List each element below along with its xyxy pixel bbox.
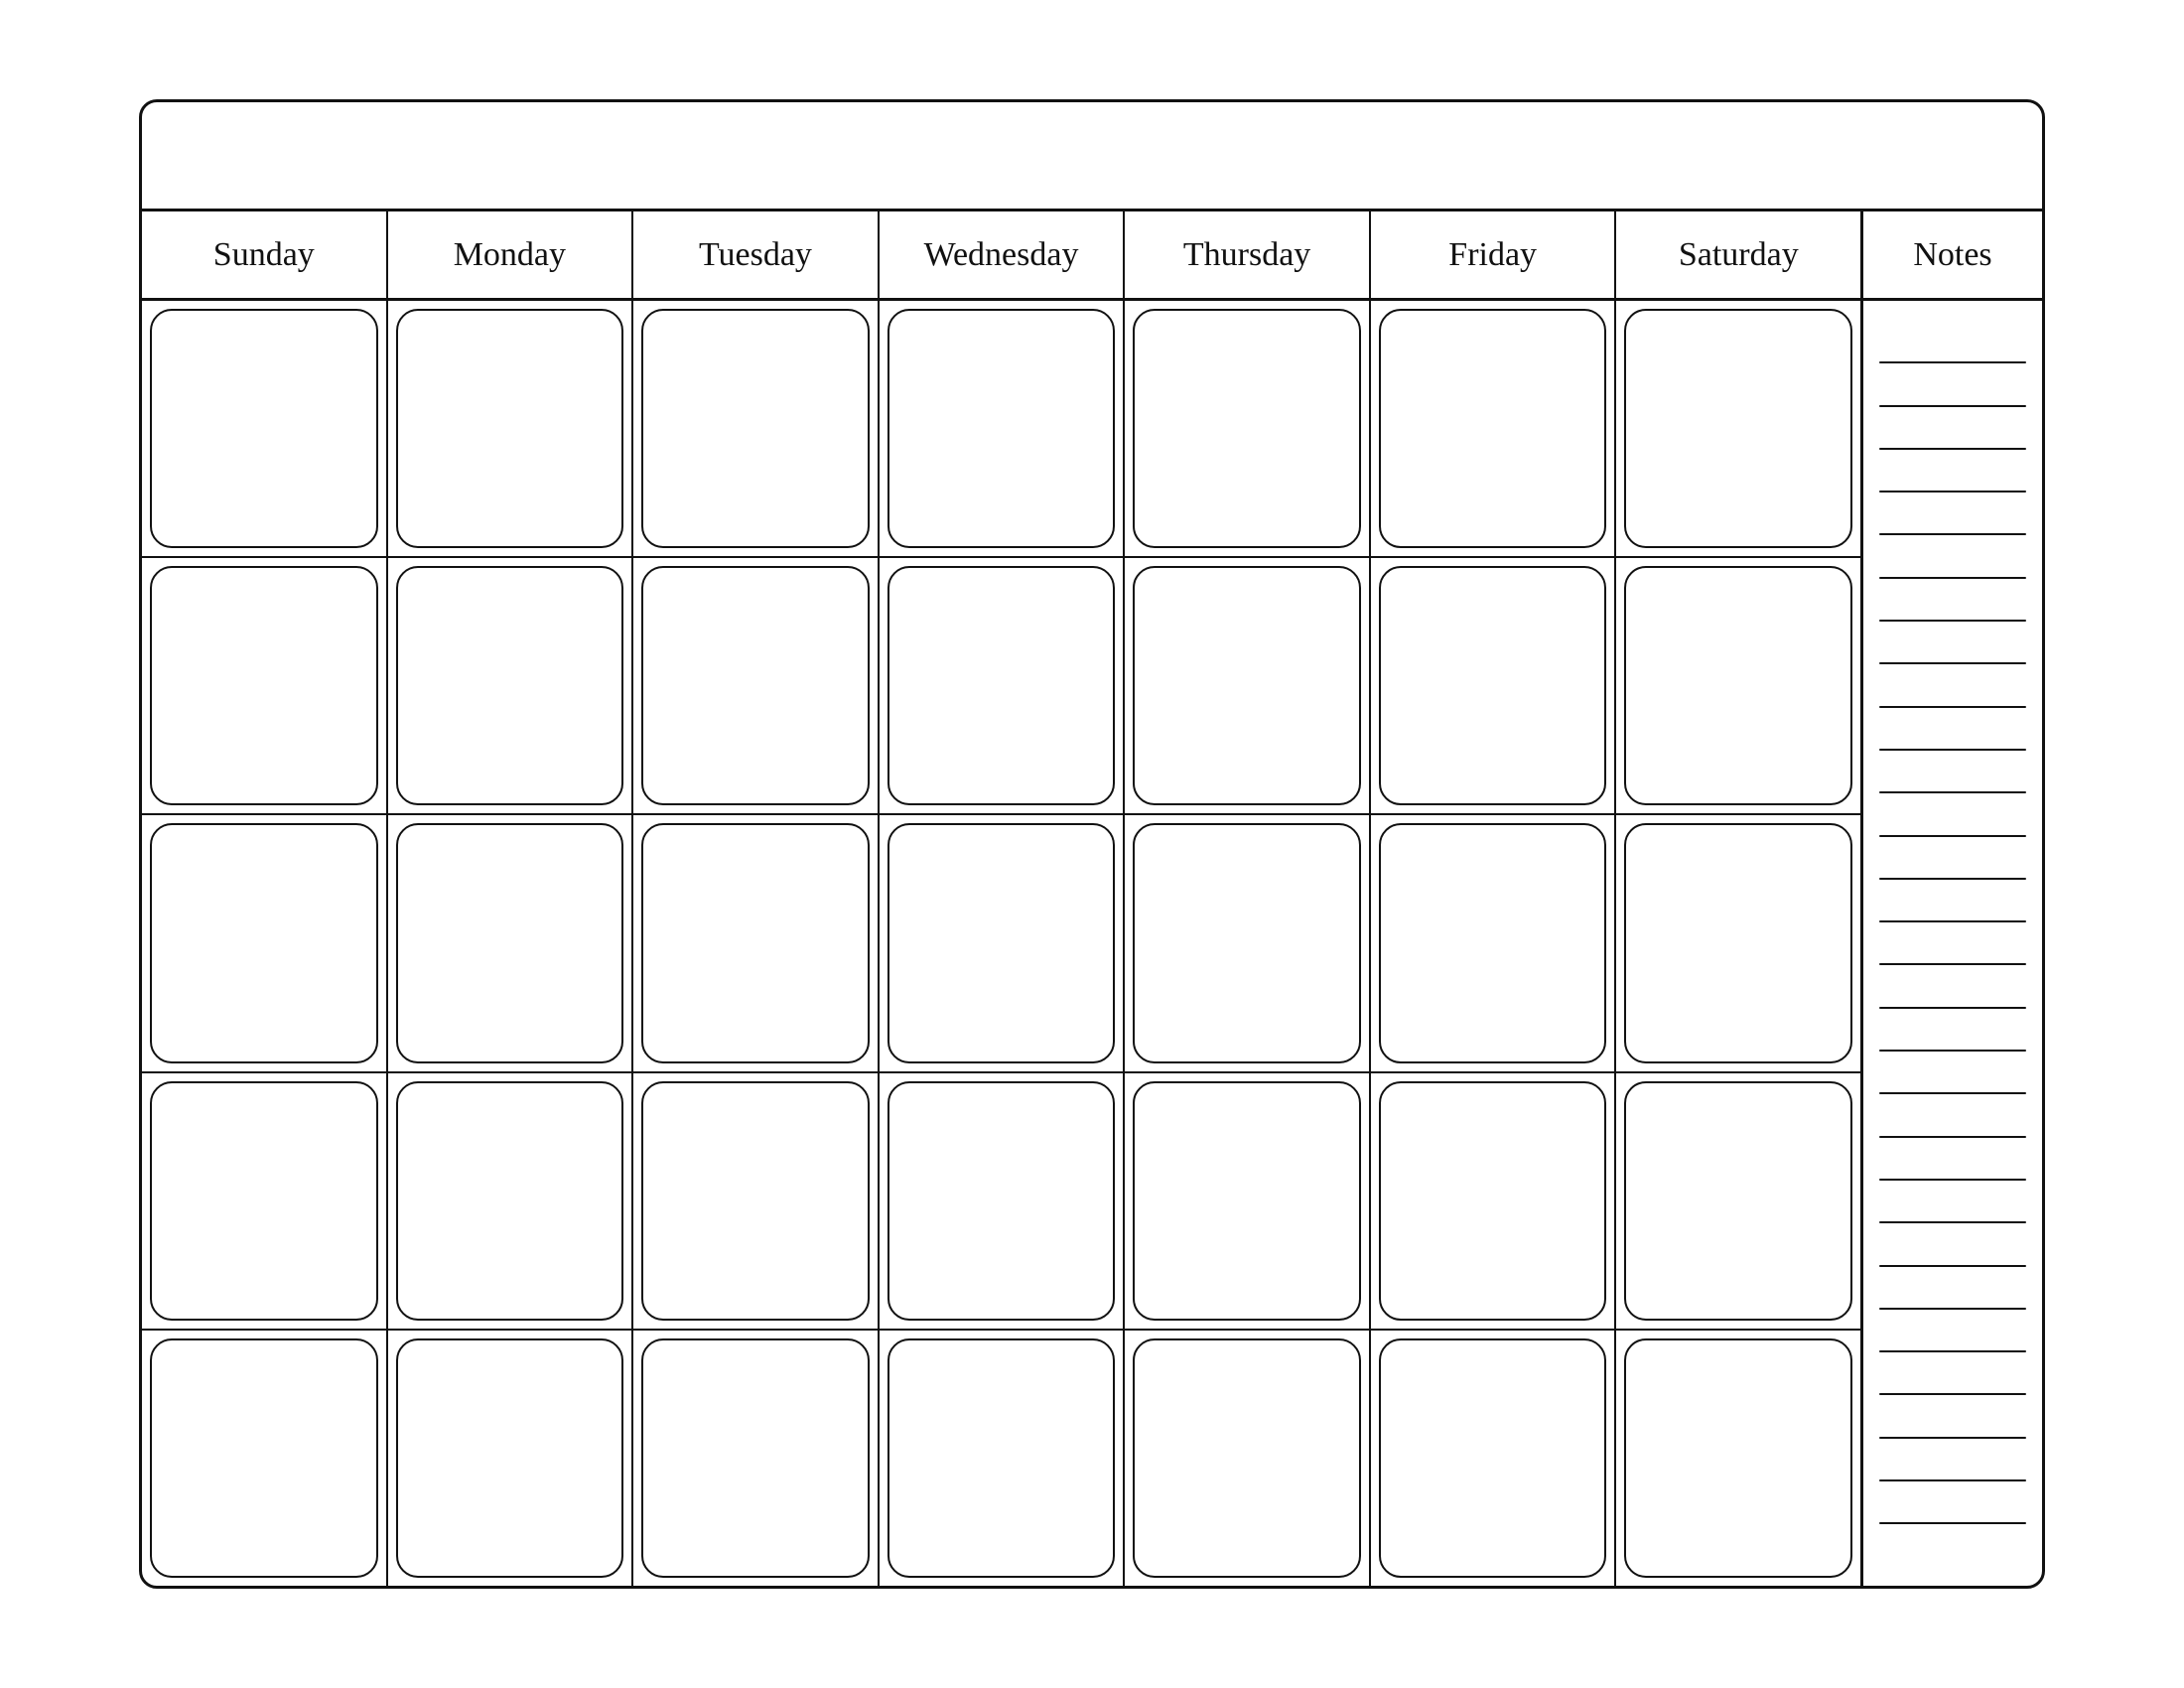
cell-3-4[interactable] bbox=[880, 815, 1126, 1070]
grid-rows bbox=[142, 301, 1860, 1586]
cell-4-5[interactable] bbox=[1125, 1073, 1371, 1329]
note-line[interactable] bbox=[1879, 1221, 2026, 1223]
grid-row-2 bbox=[142, 558, 1860, 815]
header-friday: Friday bbox=[1371, 211, 1617, 298]
note-line[interactable] bbox=[1879, 1265, 2026, 1267]
cell-5-4[interactable] bbox=[880, 1331, 1126, 1586]
cell-5-1[interactable] bbox=[142, 1331, 388, 1586]
cell-4-1[interactable] bbox=[142, 1073, 388, 1329]
note-line[interactable] bbox=[1879, 1479, 2026, 1481]
header-tuesday: Tuesday bbox=[633, 211, 880, 298]
note-line[interactable] bbox=[1879, 361, 2026, 363]
cell-2-6[interactable] bbox=[1371, 558, 1617, 813]
note-line[interactable] bbox=[1879, 1308, 2026, 1310]
cell-3-7[interactable] bbox=[1616, 815, 1860, 1070]
note-line[interactable] bbox=[1879, 1350, 2026, 1352]
note-line[interactable] bbox=[1879, 1136, 2026, 1138]
header-thursday: Thursday bbox=[1125, 211, 1371, 298]
cell-3-5[interactable] bbox=[1125, 815, 1371, 1070]
cell-3-6[interactable] bbox=[1371, 815, 1617, 1070]
grid-row-4 bbox=[142, 1073, 1860, 1331]
note-line[interactable] bbox=[1879, 620, 2026, 622]
cell-5-5[interactable] bbox=[1125, 1331, 1371, 1586]
calendar-wrapper: Sunday Monday Tuesday Wednesday Thursday bbox=[99, 60, 2085, 1628]
note-line[interactable] bbox=[1879, 1179, 2026, 1181]
note-line[interactable] bbox=[1879, 1092, 2026, 1094]
cell-1-2[interactable] bbox=[388, 301, 634, 556]
header-monday: Monday bbox=[388, 211, 634, 298]
cell-4-6[interactable] bbox=[1371, 1073, 1617, 1329]
cell-1-7[interactable] bbox=[1616, 301, 1860, 556]
header-saturday: Saturday bbox=[1616, 211, 1860, 298]
note-line[interactable] bbox=[1879, 1050, 2026, 1052]
cell-3-1[interactable] bbox=[142, 815, 388, 1070]
note-line[interactable] bbox=[1879, 963, 2026, 965]
note-line[interactable] bbox=[1879, 448, 2026, 450]
cell-2-4[interactable] bbox=[880, 558, 1126, 813]
grid-row-1 bbox=[142, 301, 1860, 558]
note-line[interactable] bbox=[1879, 405, 2026, 407]
cell-2-2[interactable] bbox=[388, 558, 634, 813]
cell-1-4[interactable] bbox=[880, 301, 1126, 556]
notes-column: Notes bbox=[1863, 211, 2042, 1586]
note-line[interactable] bbox=[1879, 1393, 2026, 1395]
cell-2-5[interactable] bbox=[1125, 558, 1371, 813]
cell-4-2[interactable] bbox=[388, 1073, 634, 1329]
cell-4-7[interactable] bbox=[1616, 1073, 1860, 1329]
cell-5-3[interactable] bbox=[633, 1331, 880, 1586]
title-bar[interactable] bbox=[142, 102, 2042, 211]
note-line[interactable] bbox=[1879, 1437, 2026, 1439]
note-line[interactable] bbox=[1879, 835, 2026, 837]
note-line[interactable] bbox=[1879, 878, 2026, 880]
calendar-body: Sunday Monday Tuesday Wednesday Thursday bbox=[142, 211, 2042, 1586]
cell-1-1[interactable] bbox=[142, 301, 388, 556]
cell-2-1[interactable] bbox=[142, 558, 388, 813]
cell-1-3[interactable] bbox=[633, 301, 880, 556]
note-line[interactable] bbox=[1879, 662, 2026, 664]
cell-5-2[interactable] bbox=[388, 1331, 634, 1586]
calendar-container: Sunday Monday Tuesday Wednesday Thursday bbox=[139, 99, 2045, 1589]
header-wednesday: Wednesday bbox=[880, 211, 1126, 298]
cell-1-5[interactable] bbox=[1125, 301, 1371, 556]
note-line[interactable] bbox=[1879, 749, 2026, 751]
note-line[interactable] bbox=[1879, 920, 2026, 922]
notes-header: Notes bbox=[1863, 211, 2042, 301]
cell-1-6[interactable] bbox=[1371, 301, 1617, 556]
cell-3-3[interactable] bbox=[633, 815, 880, 1070]
note-line[interactable] bbox=[1879, 791, 2026, 793]
header-row: Sunday Monday Tuesday Wednesday Thursday bbox=[142, 211, 1860, 301]
header-sunday: Sunday bbox=[142, 211, 388, 298]
note-line[interactable] bbox=[1879, 706, 2026, 708]
cell-2-3[interactable] bbox=[633, 558, 880, 813]
cell-5-6[interactable] bbox=[1371, 1331, 1617, 1586]
note-line[interactable] bbox=[1879, 577, 2026, 579]
cell-5-7[interactable] bbox=[1616, 1331, 1860, 1586]
note-line[interactable] bbox=[1879, 491, 2026, 492]
note-line[interactable] bbox=[1879, 1522, 2026, 1524]
main-grid: Sunday Monday Tuesday Wednesday Thursday bbox=[142, 211, 1863, 1586]
cell-3-2[interactable] bbox=[388, 815, 634, 1070]
grid-row-3 bbox=[142, 815, 1860, 1072]
note-line[interactable] bbox=[1879, 1007, 2026, 1009]
cell-4-4[interactable] bbox=[880, 1073, 1126, 1329]
note-line[interactable] bbox=[1879, 533, 2026, 535]
grid-row-5 bbox=[142, 1331, 1860, 1586]
notes-lines-area[interactable] bbox=[1863, 301, 2042, 1586]
cell-4-3[interactable] bbox=[633, 1073, 880, 1329]
cell-2-7[interactable] bbox=[1616, 558, 1860, 813]
